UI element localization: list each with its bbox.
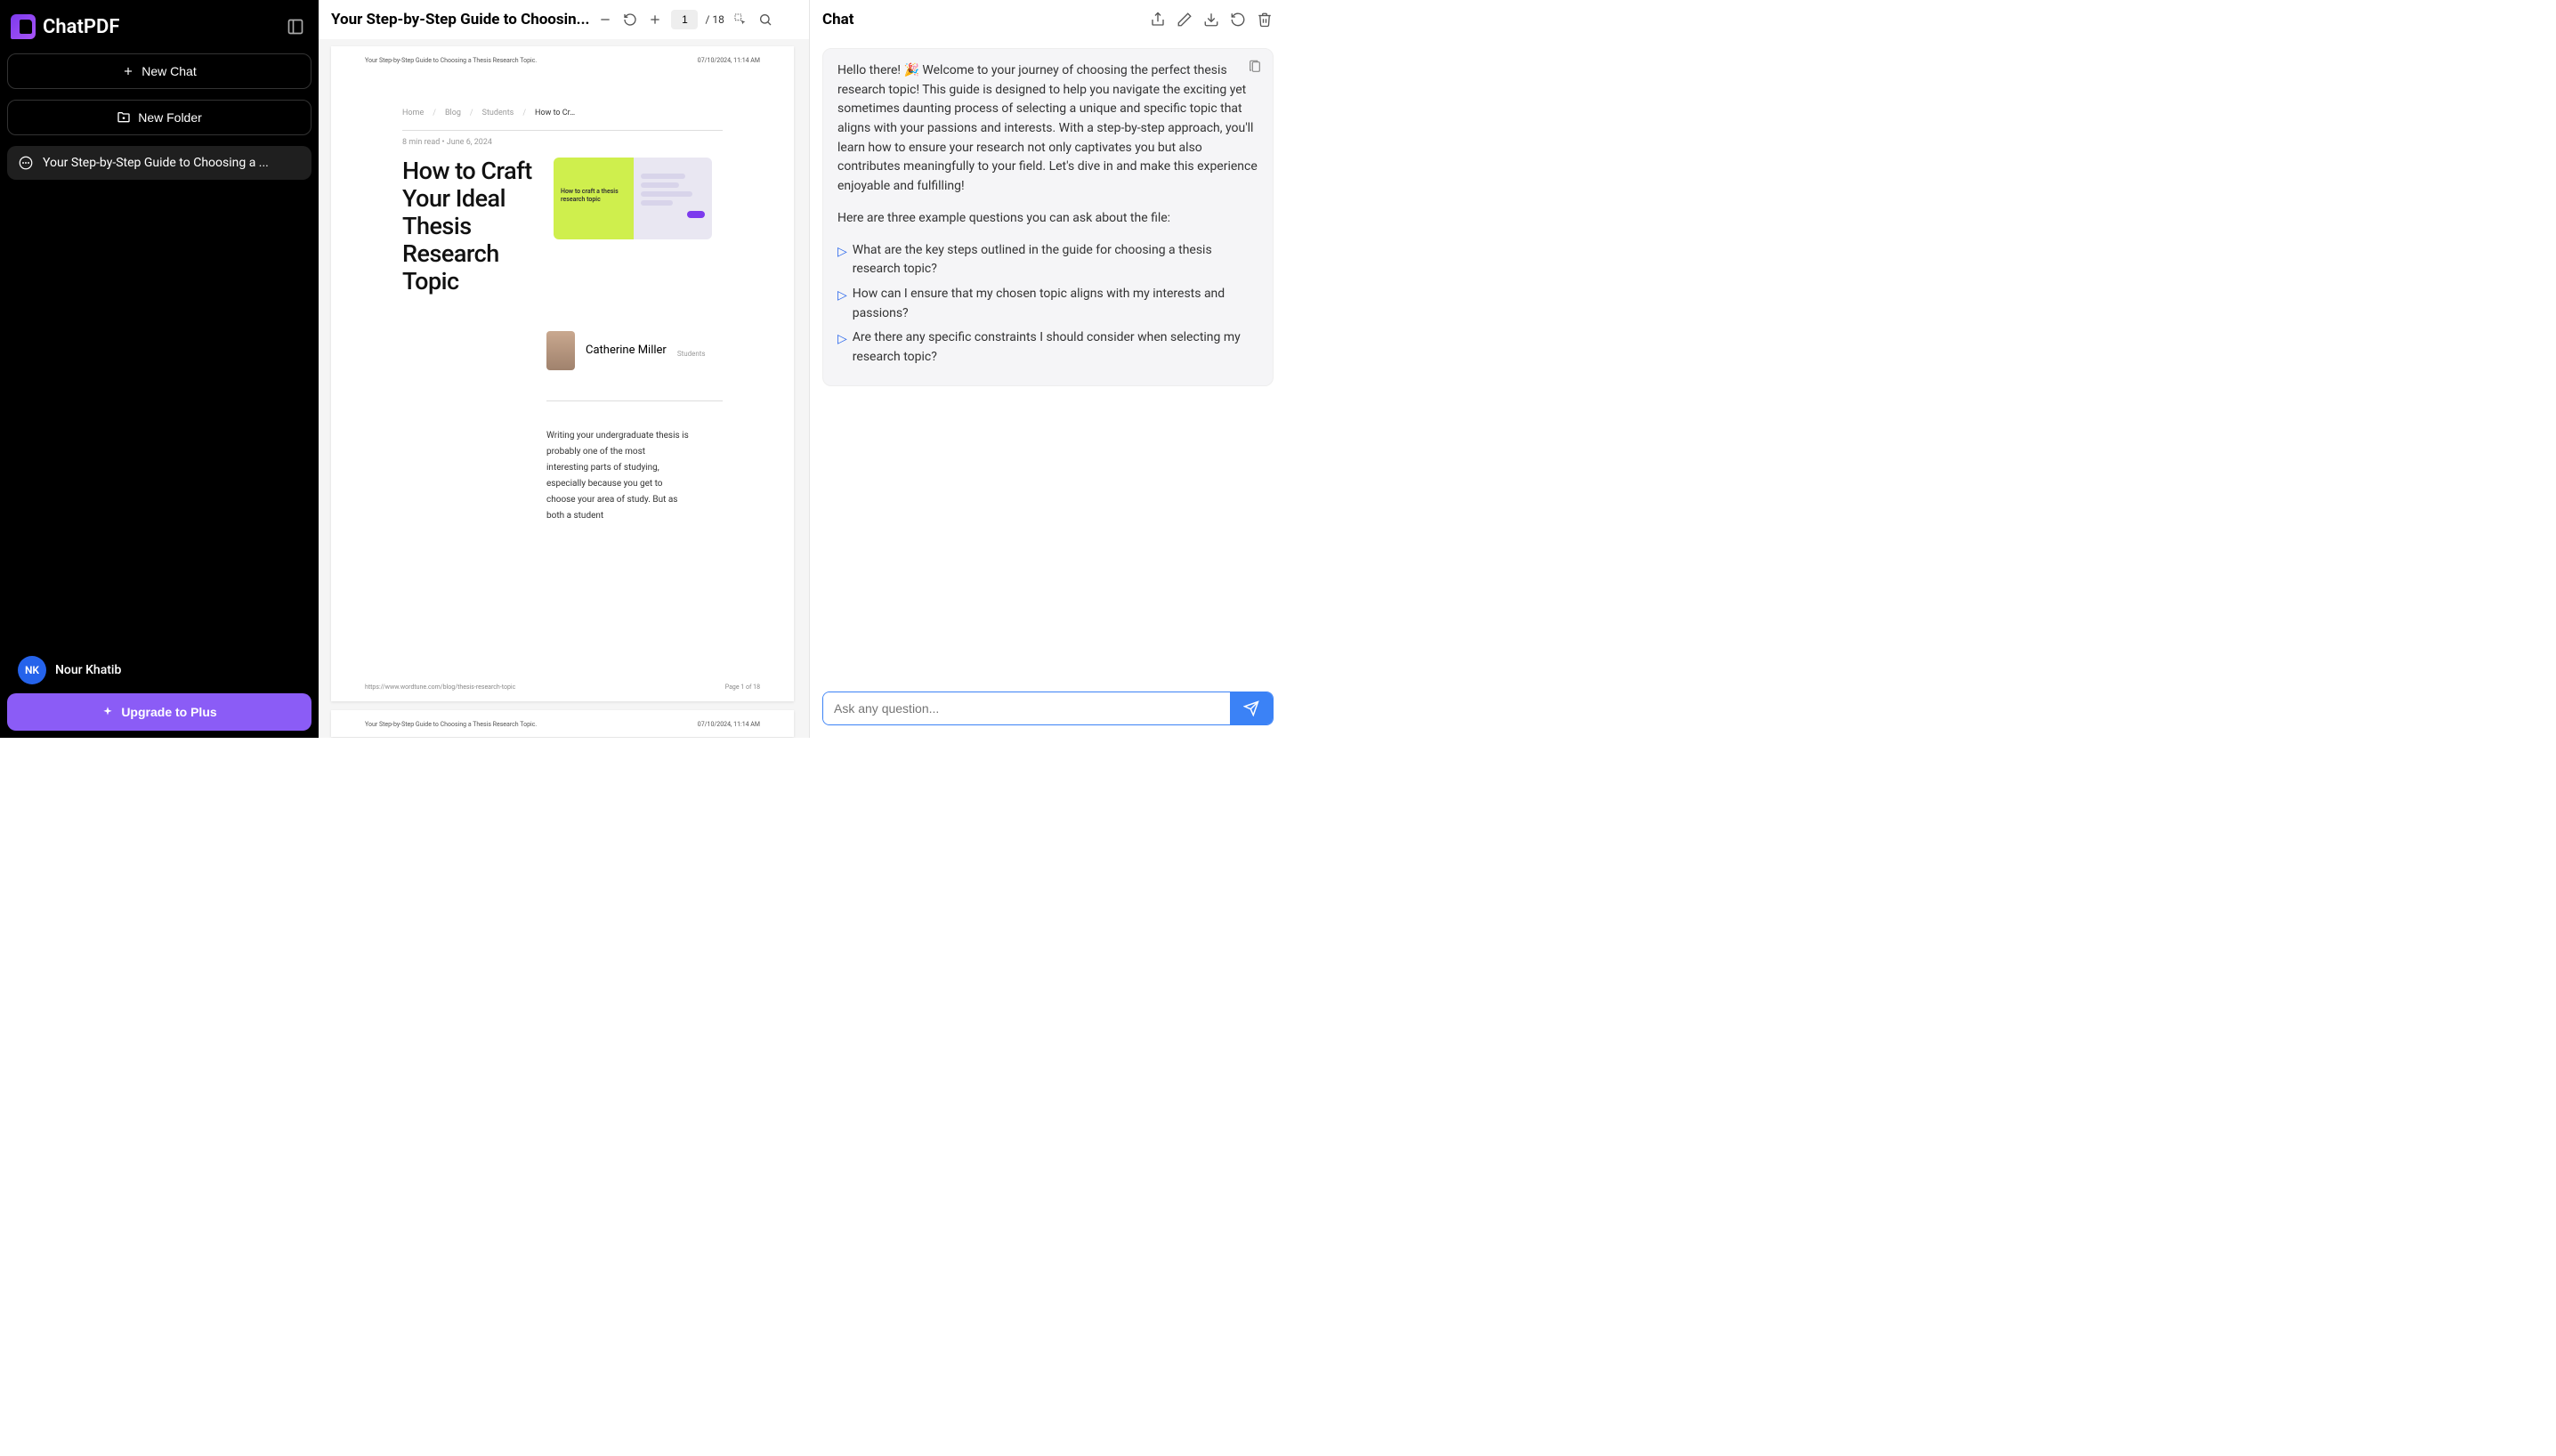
chat-bubble-icon xyxy=(18,155,34,171)
pdf-title: Your Step-by-Step Guide to Choosin... xyxy=(331,11,589,28)
user-profile-button[interactable]: NK Nour Khatib xyxy=(7,647,311,693)
minus-icon xyxy=(598,12,612,27)
cursor-select-icon xyxy=(733,12,748,27)
pdf-page-header: Your Step-by-Step Guide to Choosing a Th… xyxy=(365,57,760,64)
welcome-text: Hello there! 🎉 Welcome to your journey o… xyxy=(837,61,1258,197)
footer-page: Page 1 of 18 xyxy=(725,684,760,691)
author-name: Catherine Miller xyxy=(586,344,667,359)
suggestion-2[interactable]: ▷ How can I ensure that my chosen topic … xyxy=(837,285,1258,323)
brand-name: ChatPDF xyxy=(43,16,119,38)
article-heading: How to Craft Your Ideal Thesis Research … xyxy=(402,158,536,295)
plus-icon xyxy=(122,65,134,77)
pdf-scroll-area[interactable]: Your Step-by-Step Guide to Choosing a Th… xyxy=(319,39,809,738)
collapse-sidebar-button[interactable] xyxy=(283,14,308,39)
new-folder-button[interactable]: New Folder xyxy=(7,100,311,135)
pdf-pane: Your Step-by-Step Guide to Choosin... / … xyxy=(319,0,810,738)
chat-input[interactable] xyxy=(823,692,1230,724)
share-button[interactable] xyxy=(1149,11,1167,28)
new-chat-label: New Chat xyxy=(142,64,196,78)
footer-url: https://www.wordtune.com/blog/thesis-res… xyxy=(365,684,515,691)
chat-input-row xyxy=(810,683,1286,738)
pdf-page-header: Your Step-by-Step Guide to Choosing a Th… xyxy=(365,721,760,728)
select-tool-button[interactable] xyxy=(732,11,749,28)
suggestion-1[interactable]: ▷ What are the key steps outlined in the… xyxy=(837,241,1258,279)
triangle-right-icon: ▷ xyxy=(837,287,847,306)
page-header-title: Your Step-by-Step Guide to Choosing a Th… xyxy=(365,57,537,64)
pdf-meta: 8 min read • June 6, 2024 xyxy=(402,138,760,147)
chat-actions xyxy=(1149,11,1274,28)
pdf-breadcrumb: Home/ Blog/ Students/ How to Cr… xyxy=(365,109,760,117)
sidebar-item-active-chat[interactable]: Your Step-by-Step Guide to Choosing a ..… xyxy=(7,146,311,180)
suggestion-3[interactable]: ▷ Are there any specific constraints I s… xyxy=(837,328,1258,367)
delete-button[interactable] xyxy=(1256,11,1274,28)
author-role: Students xyxy=(677,350,706,358)
pdf-toolbar: Your Step-by-Step Guide to Choosin... / … xyxy=(319,0,809,39)
hero-card-illustration xyxy=(634,158,712,239)
breadcrumb-item: Blog xyxy=(445,109,461,117)
suggestion-text: How can I ensure that my chosen topic al… xyxy=(853,285,1258,323)
suggestion-text: Are there any specific constraints I sho… xyxy=(853,328,1258,367)
sidebar-header: ChatPDF xyxy=(7,7,311,53)
panel-left-icon xyxy=(287,18,304,36)
rotate-button[interactable] xyxy=(621,11,639,28)
reset-button[interactable] xyxy=(1229,11,1247,28)
avatar: NK xyxy=(18,656,46,684)
page-header-date: 07/10/2024, 11:14 AM xyxy=(698,57,760,64)
sparkle-icon xyxy=(101,706,114,718)
chat-pane: Chat Hello there! 🎉 Welcome to yo xyxy=(810,0,1286,738)
rotate-ccw-icon xyxy=(623,12,637,27)
download-icon xyxy=(1203,12,1219,28)
clipboard-icon xyxy=(1248,60,1262,74)
logo[interactable]: ChatPDF xyxy=(11,14,119,39)
folder-plus-icon xyxy=(117,110,131,125)
zoom-in-button[interactable] xyxy=(646,11,664,28)
chat-header: Chat xyxy=(810,0,1286,39)
sidebar: ChatPDF New Chat New Folder Your Step-by… xyxy=(0,0,319,738)
user-name: Nour Khatib xyxy=(55,663,121,677)
examples-intro: Here are three example questions you can… xyxy=(837,209,1258,229)
search-icon xyxy=(758,12,772,27)
hero-card: How to craft a thesis research topic xyxy=(554,158,712,239)
edit-icon xyxy=(1177,12,1193,28)
chat-input-wrap xyxy=(822,692,1274,725)
new-folder-label: New Folder xyxy=(138,110,202,125)
refresh-icon xyxy=(1230,12,1246,28)
chat-body[interactable]: Hello there! 🎉 Welcome to your journey o… xyxy=(810,39,1286,683)
page-header-title: Your Step-by-Step Guide to Choosing a Th… xyxy=(365,721,537,728)
logo-mark-icon xyxy=(11,14,36,39)
new-chat-button[interactable]: New Chat xyxy=(7,53,311,89)
zoom-out-button[interactable] xyxy=(596,11,614,28)
page-header-date: 07/10/2024, 11:14 AM xyxy=(698,721,760,728)
search-pdf-button[interactable] xyxy=(756,11,774,28)
pdf-page-2: Your Step-by-Step Guide to Choosing a Th… xyxy=(331,710,794,737)
send-icon xyxy=(1243,700,1259,716)
breadcrumb-item: Home xyxy=(402,109,424,117)
suggestion-text: What are the key steps outlined in the g… xyxy=(853,241,1258,279)
avatar-initials: NK xyxy=(25,664,39,676)
sidebar-item-label: Your Step-by-Step Guide to Choosing a ..… xyxy=(43,156,269,170)
trash-icon xyxy=(1257,12,1273,28)
upgrade-button[interactable]: Upgrade to Plus xyxy=(7,693,311,731)
edit-button[interactable] xyxy=(1176,11,1193,28)
article-body: Writing your undergraduate thesis is pro… xyxy=(546,428,689,524)
breadcrumb-item: How to Cr… xyxy=(535,109,575,117)
chat-title: Chat xyxy=(822,11,854,28)
pdf-page-1: Your Step-by-Step Guide to Choosing a Th… xyxy=(331,46,794,701)
author-avatar xyxy=(546,331,575,370)
breadcrumb-item: Students xyxy=(482,109,514,117)
upgrade-label: Upgrade to Plus xyxy=(121,705,216,719)
triangle-right-icon: ▷ xyxy=(837,330,847,350)
send-button[interactable] xyxy=(1230,692,1273,724)
assistant-message: Hello there! 🎉 Welcome to your journey o… xyxy=(822,48,1274,386)
download-button[interactable] xyxy=(1202,11,1220,28)
pdf-page-footer: https://www.wordtune.com/blog/thesis-res… xyxy=(365,684,760,691)
author-row: Catherine Miller Students xyxy=(546,331,760,370)
triangle-right-icon: ▷ xyxy=(837,243,847,263)
plus-icon xyxy=(648,12,662,27)
page-number-input[interactable] xyxy=(671,10,698,29)
page-total: / 18 xyxy=(705,13,724,26)
hero-card-caption: How to craft a thesis research topic xyxy=(554,158,634,239)
share-icon xyxy=(1150,12,1166,28)
copy-message-button[interactable] xyxy=(1246,58,1264,76)
